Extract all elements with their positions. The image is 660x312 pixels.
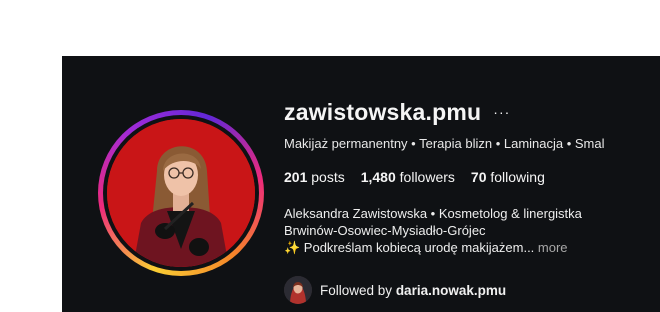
following-count: 70 [470, 169, 487, 185]
profile-avatar[interactable] [107, 119, 255, 267]
followed-by-user[interactable]: daria.nowak.pmu [396, 283, 506, 298]
sparkles-icon: ✨ [284, 240, 301, 255]
followers-count: 1,480 [360, 169, 396, 185]
bio-line-3: ✨ Podkreślam kobiecą urodę makijażem... … [284, 239, 660, 256]
profile-stats: 201 posts 1,480 followers 70 following [284, 169, 660, 185]
posts-stat[interactable]: 201 posts [284, 169, 345, 185]
story-ring-gap [103, 115, 259, 271]
follower-avatar-image [284, 276, 312, 304]
bio-line-2: Brwinów-Osowiec-Mysiadło-Grójec [284, 223, 486, 238]
avatar-portrait [107, 119, 255, 267]
following-stat[interactable]: 70 following [471, 169, 545, 185]
bio-line-1: Aleksandra Zawistowska • Kosmetolog & li… [284, 206, 582, 221]
profile-header: zawistowska.pmu ··· Makijaż permanentny … [62, 56, 660, 312]
followed-by[interactable]: Followed by daria.nowak.pmu [284, 276, 660, 304]
followed-by-prefix: Followed by [320, 282, 393, 298]
bio-more-link[interactable]: more [538, 240, 568, 255]
profile-bio: Aleksandra Zawistowska • Kosmetolog & li… [284, 205, 660, 256]
username-row: zawistowska.pmu ··· [284, 96, 660, 128]
profile-category: Makijaż permanentny • Terapia blizn • La… [284, 136, 605, 151]
profile-info: zawistowska.pmu ··· Makijaż permanentny … [284, 96, 660, 304]
bio-line-3-text: Podkreślam kobiecą urodę makijażem... [300, 240, 535, 255]
followers-label: followers [399, 169, 455, 185]
posts-count: 201 [284, 169, 308, 185]
following-label: following [490, 169, 545, 185]
followers-stat[interactable]: 1,480 followers [361, 169, 455, 185]
profile-username: zawistowska.pmu [284, 98, 482, 125]
story-ring[interactable] [98, 110, 264, 276]
posts-label: posts [311, 169, 345, 185]
follower-avatar[interactable] [284, 276, 312, 304]
more-options-icon[interactable]: ··· [493, 104, 510, 120]
